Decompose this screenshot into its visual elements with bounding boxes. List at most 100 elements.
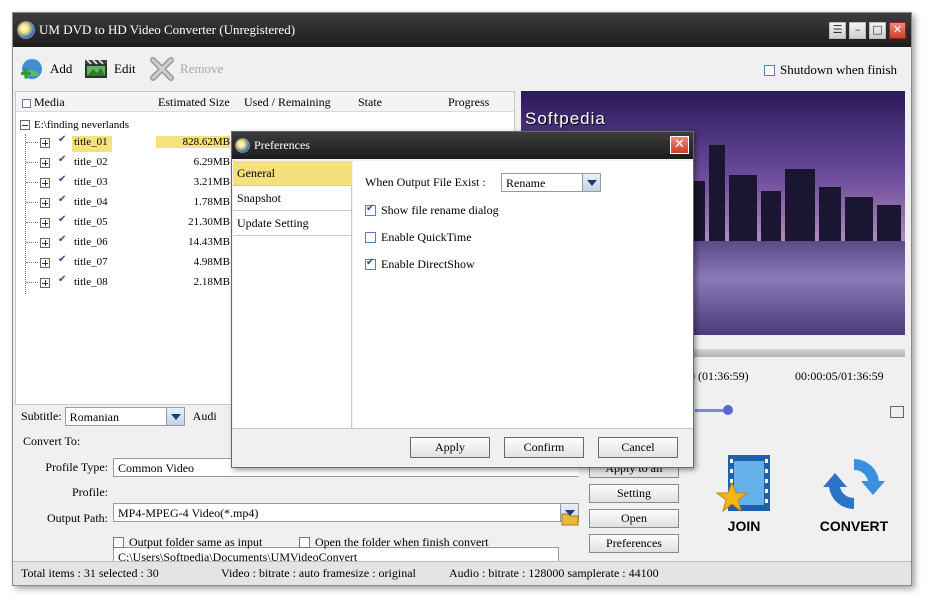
remove-label: Remove <box>180 61 224 76</box>
audio-label: Audi <box>192 409 217 423</box>
item-name: title_02 <box>74 156 108 168</box>
convert-heading: Convert To: <box>23 434 81 448</box>
item-checkbox[interactable] <box>58 134 67 147</box>
chevron-down-icon[interactable] <box>582 174 600 191</box>
shutdown-check-box[interactable] <box>764 64 775 76</box>
collapse-icon[interactable] <box>20 120 30 130</box>
menu-icon[interactable]: ☰ <box>829 22 846 39</box>
expand-icon[interactable] <box>40 238 50 248</box>
seek-bar[interactable] <box>693 349 905 357</box>
rename-dialog-checkbox[interactable] <box>365 203 376 216</box>
nav-update-setting[interactable]: Update Setting <box>233 211 352 236</box>
time-position: 9 (01:36:59) <box>689 369 749 383</box>
tree-root[interactable]: E:\finding neverlands <box>20 119 129 131</box>
confirm-button[interactable]: Confirm <box>504 437 584 458</box>
item-checkbox[interactable] <box>58 234 67 247</box>
dialog-footer: Apply Confirm Cancel <box>232 428 693 467</box>
folder-icon[interactable] <box>561 511 579 527</box>
expand-icon[interactable] <box>40 178 50 188</box>
item-name: title_08 <box>74 276 108 288</box>
quicktime-checkbox[interactable] <box>365 232 376 243</box>
item-name: title_04 <box>74 196 108 208</box>
item-name: title_05 <box>74 216 108 228</box>
snapshot-icon[interactable] <box>890 406 904 418</box>
join-icon <box>715 455 770 513</box>
option-directshow[interactable]: Enable DirectShow <box>365 257 475 272</box>
item-name: title_03 <box>74 176 108 188</box>
close-icon[interactable]: ✕ <box>889 22 906 39</box>
remove-icon <box>150 57 174 81</box>
directshow-checkbox[interactable] <box>365 257 376 270</box>
output-exist-select[interactable]: Rename <box>501 173 601 192</box>
subtitle-row: Subtitle: Romanian Audi <box>21 407 217 426</box>
add-icon <box>21 59 42 79</box>
item-checkbox[interactable] <box>58 174 67 187</box>
subtitle-select[interactable]: Romanian <box>64 407 185 426</box>
nav-general[interactable]: General <box>233 161 352 186</box>
select-all-checkbox[interactable] <box>22 99 31 108</box>
shutdown-label: Shutdown when finish <box>780 62 897 77</box>
open-button[interactable]: Open <box>589 509 679 528</box>
maximize-icon[interactable]: □ <box>869 22 886 39</box>
expand-icon[interactable] <box>40 138 50 148</box>
toolbar: Add Edit Remove Shutdown when finish <box>13 47 911 91</box>
item-checkbox[interactable] <box>58 254 67 267</box>
item-name: title_06 <box>74 236 108 248</box>
header-progress[interactable]: Progress <box>448 95 489 110</box>
open-when-finish-checkbox[interactable]: Open the folder when finish convert <box>299 535 489 550</box>
item-size: 3.21MB <box>193 176 230 188</box>
minimize-icon[interactable]: – <box>849 22 866 39</box>
same-as-input-box[interactable] <box>113 537 124 548</box>
header-size[interactable]: Estimated Size <box>158 95 230 110</box>
setting-button[interactable]: Setting <box>589 484 679 503</box>
header-media[interactable]: Media <box>34 95 65 110</box>
item-size: 14.43MB <box>188 236 230 248</box>
expand-icon[interactable] <box>40 218 50 228</box>
convert-icon <box>823 458 885 510</box>
shutdown-checkbox[interactable]: Shutdown when finish <box>764 62 897 78</box>
add-button[interactable]: Add <box>19 54 72 84</box>
item-checkbox[interactable] <box>58 194 67 207</box>
open-when-finish-box[interactable] <box>299 537 310 548</box>
app-icon <box>17 21 35 39</box>
apply-button[interactable]: Apply <box>410 437 490 458</box>
join-button[interactable]: JOIN <box>705 453 783 534</box>
item-checkbox[interactable] <box>58 154 67 167</box>
item-size: 828.62MB <box>156 136 230 148</box>
profile-label: Profile: <box>72 485 108 499</box>
edit-button[interactable]: Edit <box>83 54 136 84</box>
edit-icon <box>85 59 107 78</box>
option-quicktime[interactable]: Enable QuickTime <box>365 230 472 245</box>
profile-type-value: Common Video <box>118 461 195 475</box>
item-checkbox[interactable] <box>58 274 67 287</box>
chevron-down-icon[interactable] <box>165 408 184 425</box>
time-total: 00:00:05/01:36:59 <box>795 369 884 383</box>
item-size: 4.98MB <box>193 256 230 268</box>
item-size: 1.78MB <box>193 196 230 208</box>
cancel-button[interactable]: Cancel <box>598 437 678 458</box>
tree-root-label: E:\finding neverlands <box>34 119 130 131</box>
tree-connector <box>26 142 38 143</box>
header-state[interactable]: State <box>358 95 382 110</box>
item-size: 6.29MB <box>193 156 230 168</box>
expand-icon[interactable] <box>40 158 50 168</box>
option-rename-dialog[interactable]: Show file rename dialog <box>365 203 499 218</box>
status-video: Video : bitrate : auto framesize : origi… <box>221 566 416 580</box>
expand-icon[interactable] <box>40 278 50 288</box>
expand-icon[interactable] <box>40 198 50 208</box>
item-checkbox[interactable] <box>58 214 67 227</box>
output-path-label: Output Path: <box>46 511 108 525</box>
header-used[interactable]: Used / Remaining <box>244 95 331 110</box>
dialog-title-bar: Preferences ✕ <box>232 132 693 159</box>
same-as-input-checkbox[interactable]: Output folder same as input <box>113 535 262 550</box>
expand-icon[interactable] <box>40 258 50 268</box>
convert-button[interactable]: CONVERT <box>809 453 899 534</box>
remove-button[interactable]: Remove <box>149 54 223 84</box>
close-icon[interactable]: ✕ <box>670 136 689 154</box>
volume-knob[interactable] <box>723 405 733 415</box>
profile-select[interactable]: MP4-MPEG-4 Video(*.mp4) <box>113 503 579 522</box>
nav-snapshot[interactable]: Snapshot <box>233 186 352 211</box>
profile-type-label: Profile Type: <box>45 460 108 474</box>
preferences-button[interactable]: Preferences <box>589 534 679 553</box>
title-bar: UM DVD to HD Video Converter (Unregister… <box>13 13 911 47</box>
